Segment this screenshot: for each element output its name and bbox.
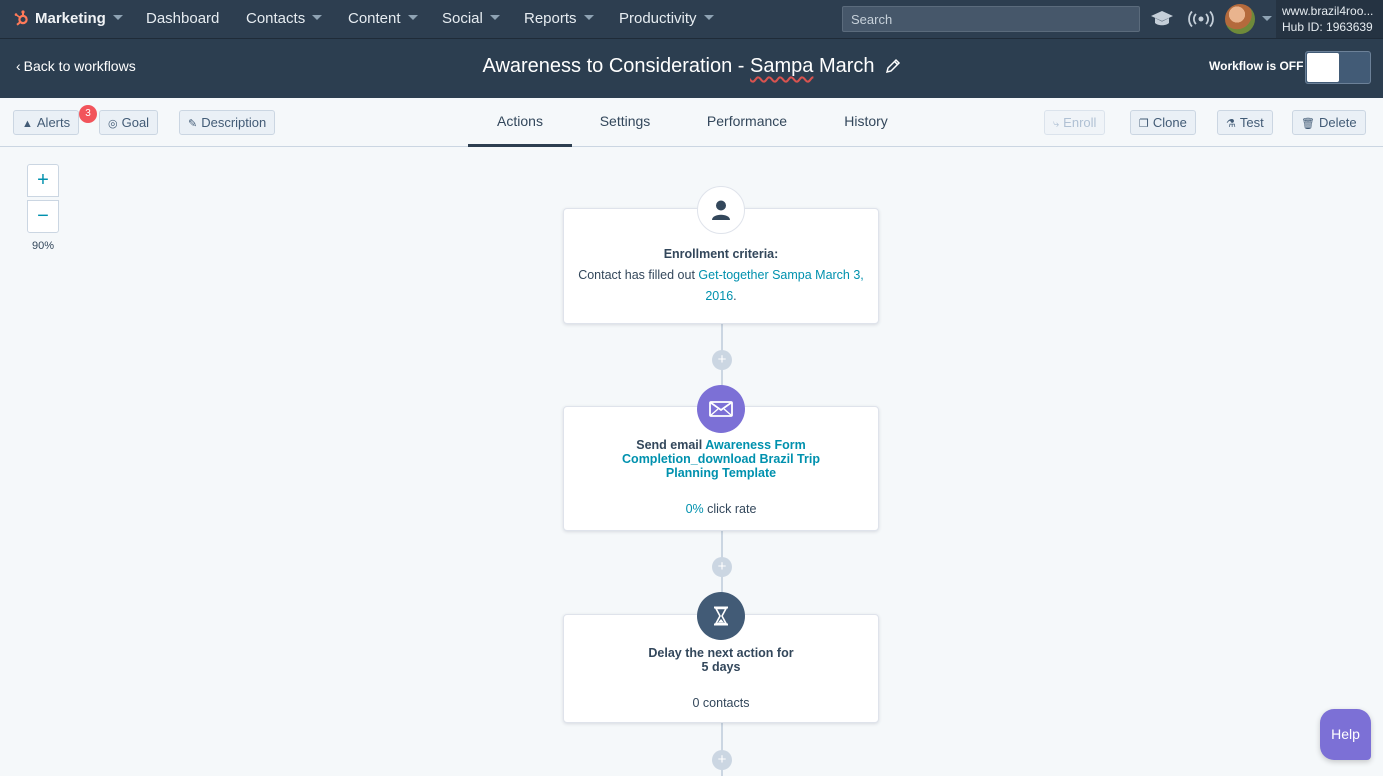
tab-actions-label: Actions xyxy=(497,113,543,129)
copy-icon: ❐ xyxy=(1139,118,1149,130)
workflow-status-label: Workflow is OFF xyxy=(1209,59,1304,73)
top-navigation: Marketing Dashboard Contacts Content Soc… xyxy=(0,0,1383,39)
hub-id: Hub ID: 1963639 xyxy=(1282,20,1373,34)
goal-label: Goal xyxy=(121,115,150,130)
account-domain: www.brazil4roo... xyxy=(1282,4,1374,18)
goal-button[interactable]: ◎ Goal xyxy=(99,110,159,135)
enrollment-heading: Enrollment criteria: xyxy=(663,247,779,261)
workflow-header: ‹ Back to workflows Awareness to Consider… xyxy=(0,39,1383,98)
nav-dashboard[interactable]: Dashboard xyxy=(146,0,219,38)
workflow-on-off-toggle[interactable] xyxy=(1305,51,1371,84)
nav-reports[interactable]: Reports xyxy=(524,0,594,38)
warning-triangle-icon: ▲ xyxy=(22,118,33,130)
tab-performance-label: Performance xyxy=(706,113,788,129)
nav-social-label: Social xyxy=(442,10,483,27)
flask-icon: ⚗ xyxy=(1226,118,1236,130)
nav-contacts[interactable]: Contacts xyxy=(246,0,323,38)
clone-label: Clone xyxy=(1152,115,1187,130)
nav-dashboard-label: Dashboard xyxy=(146,10,220,27)
zoom-in-button[interactable]: + xyxy=(27,164,59,197)
help-button[interactable]: Help xyxy=(1320,709,1371,760)
nav-brand-label: Marketing xyxy=(35,10,106,27)
toggle-knob xyxy=(1307,53,1339,82)
delay-contacts-count: 0 contacts xyxy=(692,696,750,710)
delete-label: Delete xyxy=(1318,115,1357,130)
zoom-level: 90% xyxy=(31,240,55,252)
edit-note-icon: ✎ xyxy=(188,118,198,130)
tab-history-label: History xyxy=(844,113,888,129)
alerts-button[interactable]: ▲ Alerts xyxy=(13,110,80,135)
enrollment-prefix: Contact has filled out xyxy=(578,268,699,282)
send-email-prefix: Send email xyxy=(636,438,706,452)
search-input[interactable] xyxy=(842,6,1140,32)
hourglass-icon xyxy=(697,592,745,640)
enroll-label: Enroll xyxy=(1063,115,1097,130)
click-rate-stat: 0% click rate xyxy=(594,502,848,516)
title-misspelled-word: Sampa xyxy=(750,55,814,77)
nav-productivity[interactable]: Productivity xyxy=(619,0,714,38)
notifications-broadcast-icon[interactable] xyxy=(1188,10,1214,33)
workflow-toolbar: ▲ Alerts 3 ◎ Goal ✎ Description Actions Set… xyxy=(0,98,1383,147)
chevron-down-icon xyxy=(489,15,500,20)
delay-line-2: 5 days xyxy=(701,660,741,674)
nav-productivity-label: Productivity xyxy=(619,10,697,27)
chevron-down-icon xyxy=(583,15,594,20)
chevron-down-icon[interactable] xyxy=(1262,16,1272,21)
add-action-button[interactable]: + xyxy=(712,557,732,577)
enroll-button[interactable]: ⤷ Enroll xyxy=(1044,110,1106,135)
delay-line-1: Delay the next action for xyxy=(648,646,794,660)
test-label: Test xyxy=(1239,115,1264,130)
workflow-title: Awareness to Consideration - Sampa March xyxy=(0,55,1383,80)
alerts-label: Alerts xyxy=(36,115,71,130)
test-button[interactable]: ⚗ Test xyxy=(1217,110,1273,135)
nav-contacts-label: Contacts xyxy=(246,10,306,27)
pencil-edit-icon[interactable] xyxy=(885,57,901,80)
enrollment-description: Contact has filled out Get-together Samp… xyxy=(578,265,864,307)
academy-cap-icon[interactable] xyxy=(1150,9,1174,34)
enrollment-suffix: . xyxy=(733,289,737,303)
hubspot-sprocket-icon xyxy=(14,3,30,40)
delete-button[interactable]: 🗑 Delete xyxy=(1292,110,1366,135)
contact-person-icon xyxy=(697,186,745,234)
tab-settings-label: Settings xyxy=(599,113,651,129)
envelope-icon xyxy=(697,385,745,433)
account-info[interactable]: www.brazil4roo... Hub ID: 1963639 xyxy=(1276,0,1383,38)
click-rate-label: click rate xyxy=(703,502,757,516)
nav-marketing-menu[interactable]: Marketing xyxy=(14,0,123,38)
title-end: March xyxy=(813,55,875,77)
zoom-out-button[interactable]: − xyxy=(27,200,59,233)
chevron-down-icon xyxy=(407,15,418,20)
tab-actions[interactable]: Actions xyxy=(468,98,572,147)
chevron-down-icon xyxy=(112,15,123,20)
target-icon: ◎ xyxy=(108,118,118,130)
nav-reports-label: Reports xyxy=(524,10,577,27)
description-button[interactable]: ✎ Description xyxy=(179,110,276,135)
nav-content-label: Content xyxy=(348,10,401,27)
title-main: Awareness to Consideration - xyxy=(482,55,751,77)
add-action-button[interactable]: + xyxy=(712,750,732,770)
nav-social[interactable]: Social xyxy=(442,0,500,38)
trash-icon: 🗑 xyxy=(1301,118,1315,130)
click-rate-value[interactable]: 0% xyxy=(686,502,704,516)
tab-performance[interactable]: Performance xyxy=(694,98,800,147)
chevron-down-icon xyxy=(703,15,714,20)
enroll-icon: ⤷ xyxy=(1053,118,1060,130)
send-email-description: Send email Awareness Form Completion_dow… xyxy=(594,438,848,480)
clone-button[interactable]: ❐ Clone xyxy=(1130,110,1196,135)
nav-content[interactable]: Content xyxy=(348,0,418,38)
description-label: Description xyxy=(201,115,267,130)
chevron-down-icon xyxy=(312,15,323,20)
tab-settings[interactable]: Settings xyxy=(584,98,666,147)
enrollment-form-link[interactable]: Get-together Sampa March 3, 2016 xyxy=(698,268,863,303)
user-avatar[interactable] xyxy=(1225,4,1255,34)
tab-history[interactable]: History xyxy=(828,98,904,147)
add-action-button[interactable]: + xyxy=(712,350,732,370)
alerts-count-badge: 3 xyxy=(79,105,97,123)
